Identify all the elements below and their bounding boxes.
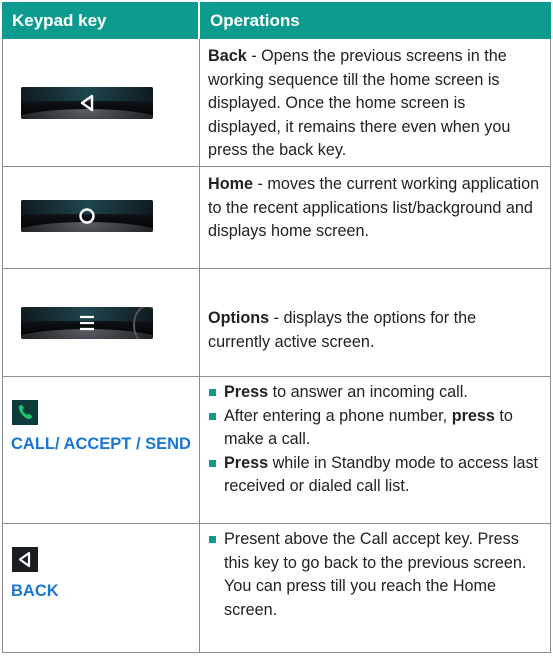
table-row-call: CALL/ ACCEPT / SEND Press to answer an i… — [2, 377, 551, 524]
bullet-item: Press while in Standby mode to access la… — [208, 452, 542, 499]
key-cell: CALL/ ACCEPT / SEND — [3, 377, 200, 523]
operation-cell: Press to answer an incoming call. After … — [200, 377, 550, 523]
options-key-cap-icon — [133, 307, 153, 339]
operation-text: - Opens the previous screens in the work… — [208, 47, 511, 159]
back-key-bar-icon — [21, 87, 153, 119]
key-cell: BACK — [3, 524, 200, 652]
table-row-options: Options - displays the options for the c… — [2, 269, 551, 377]
bullet-item: Present above the Call accept key. Press… — [208, 528, 542, 622]
operation-text: - moves the current working application … — [208, 175, 540, 240]
bullet-item: After entering a phone number, press to … — [208, 405, 542, 452]
operation-cell: Options - displays the options for the c… — [200, 269, 550, 376]
table-row-home: Home - moves the current working applica… — [2, 167, 551, 269]
table-row-back: Back - Opens the previous screens in the… — [2, 39, 551, 167]
operation-title: Back — [208, 47, 247, 65]
operation-cell: Back - Opens the previous screens in the… — [200, 39, 550, 166]
keypad-table: Keypad key Operations Back - Opens the p… — [2, 2, 551, 653]
call-accept-send-label: CALL/ ACCEPT / SEND — [11, 435, 191, 453]
options-key-bar-icon — [21, 307, 153, 339]
operation-title: Options — [208, 309, 270, 327]
bullet-item: Press to answer an incoming call. — [208, 381, 542, 405]
operation-cell: Present above the Call accept key. Press… — [200, 524, 550, 652]
operation-title: Home — [208, 175, 253, 193]
key-cell — [3, 39, 200, 166]
key-cell — [3, 167, 200, 268]
bullet-list: Press to answer an incoming call. After … — [208, 381, 542, 499]
back-icon — [12, 547, 38, 572]
header-operations: Operations — [200, 2, 551, 39]
bullet-list: Present above the Call accept key. Press… — [208, 528, 542, 622]
home-key-bar-icon — [21, 200, 153, 232]
back-label: BACK — [11, 582, 59, 600]
table-row-back-key: BACK Present above the Call accept key. … — [2, 524, 551, 653]
key-cell — [3, 269, 200, 376]
operation-cell: Home - moves the current working applica… — [200, 167, 550, 268]
call-icon — [12, 400, 38, 425]
table-header: Keypad key Operations — [2, 2, 551, 39]
header-keypad-key: Keypad key — [2, 2, 200, 39]
